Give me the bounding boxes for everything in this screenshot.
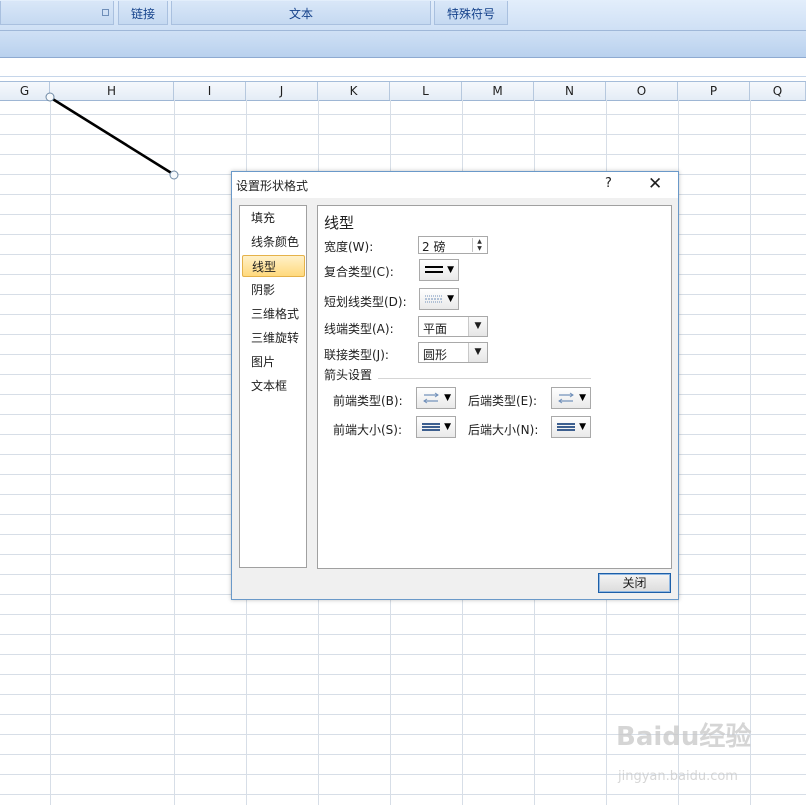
nav-item-fill[interactable]: 填充 [242,207,305,229]
compound-type-dropdown[interactable]: ▼ [419,259,459,281]
dash-lines-icon [425,295,443,303]
end-size-dropdown[interactable]: ▼ [551,416,591,438]
dash-type-dropdown[interactable]: ▼ [419,288,459,310]
nav-item-line-style[interactable]: 线型 [242,255,305,277]
chevron-down-icon[interactable]: ▼ [468,317,487,336]
baidu-watermark-url: jingyan.baidu.com [618,769,738,784]
section-title: 线型 [324,214,355,232]
chevron-down-icon: ▼ [579,393,586,403]
join-type-value: 圆形 [423,348,448,362]
dialog-nav-panel: 填充 线条颜色 线型 阴影 三维格式 三维旋转 图片 文本框 [239,205,307,568]
chevron-down-icon: ▼ [447,294,454,304]
begin-size-label: 前端大小(S): [333,423,403,437]
dialog-title: 设置形状格式 [236,179,309,193]
arrow-type-icon [558,392,574,404]
nav-item-picture[interactable]: 图片 [242,351,305,373]
end-type-label: 后端类型(E): [468,394,537,408]
begin-type-label: 前端类型(B): [333,394,403,408]
format-shape-dialog: 设置形状格式 ? ✕ 填充 线条颜色 线型 阴影 三维格式 三维旋转 图片 文本… [231,171,679,600]
divider [378,378,591,379]
arrow-type-icon [423,392,439,404]
dialog-titlebar[interactable]: 设置形状格式 ? ✕ [232,172,678,198]
chevron-down-icon: ▼ [444,393,451,403]
line-end-handle[interactable] [169,170,179,180]
arrow-size-icon [557,423,575,431]
width-stepper[interactable]: 2 磅 ▲ ▼ [418,236,488,254]
chevron-down-icon: ▼ [579,422,586,432]
stepper-arrows[interactable]: ▲ ▼ [472,238,486,252]
arrow-up-icon[interactable]: ▲ [473,238,486,245]
join-type-select[interactable]: 圆形 ▼ [418,342,488,363]
dash-type-label: 短划线类型(D): [324,295,407,309]
arrow-settings-label: 箭头设置 [324,368,373,382]
compound-lines-icon [425,266,443,273]
end-size-label: 后端大小(N): [468,423,539,437]
cap-type-value: 平面 [423,322,448,336]
nav-item-3d-format[interactable]: 三维格式 [242,303,305,325]
end-type-dropdown[interactable]: ▼ [551,387,591,409]
chevron-down-icon[interactable]: ▼ [468,343,487,362]
cap-type-label: 线端类型(A): [324,322,394,336]
width-value: 2 磅 [422,240,446,254]
arrow-down-icon[interactable]: ▼ [473,245,486,252]
width-label: 宽度(W): [324,240,374,254]
cap-type-select[interactable]: 平面 ▼ [418,316,488,337]
close-button[interactable]: 关闭 [598,573,671,593]
nav-item-shadow[interactable]: 阴影 [242,279,305,301]
join-type-label: 联接类型(J): [324,348,389,362]
begin-size-dropdown[interactable]: ▼ [416,416,456,438]
nav-item-text-box[interactable]: 文本框 [242,375,305,397]
line-style-panel: 线型 宽度(W): 2 磅 ▲ ▼ 复合类型(C): ▼ 短划线类型(D): ▼ [317,205,672,569]
arrow-size-icon [422,423,440,431]
chevron-down-icon: ▼ [444,422,451,432]
line-start-handle[interactable] [45,92,55,102]
help-icon[interactable]: ? [605,176,612,191]
baidu-watermark-logo: Baidu经验 [616,722,752,752]
compound-type-label: 复合类型(C): [324,265,394,279]
nav-item-3d-rotation[interactable]: 三维旋转 [242,327,305,349]
chevron-down-icon: ▼ [447,265,454,275]
nav-item-line-color[interactable]: 线条颜色 [242,231,305,253]
line-shape-stroke[interactable] [50,96,174,176]
close-icon[interactable]: ✕ [648,174,662,194]
begin-type-dropdown[interactable]: ▼ [416,387,456,409]
